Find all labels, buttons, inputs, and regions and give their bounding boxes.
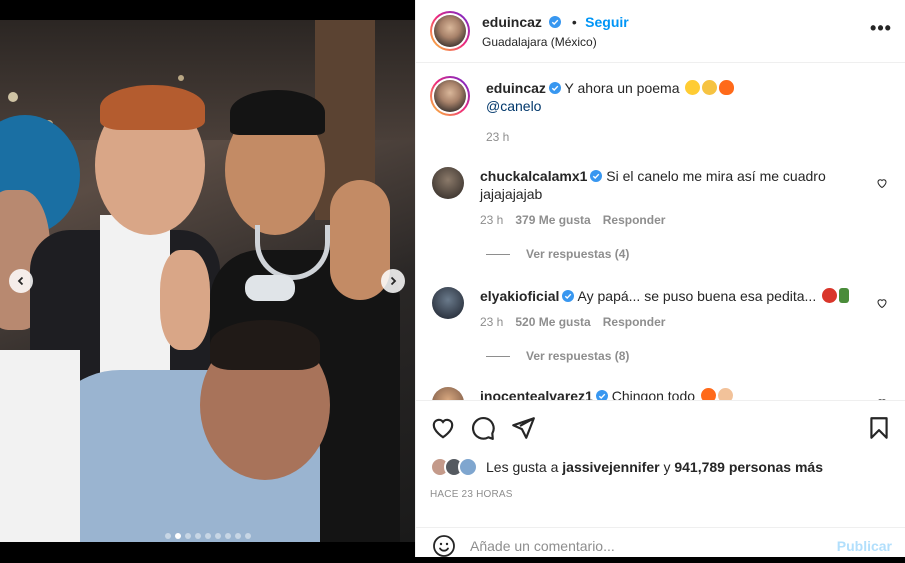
comment-likes[interactable]: 379 Me gusta [515, 211, 590, 229]
emoji-fire-icon [700, 388, 716, 400]
carousel-dot [184, 533, 191, 539]
follow-button[interactable]: Seguir [585, 14, 629, 30]
like-comment-heart-icon[interactable] [876, 297, 888, 309]
emoji-monocle-icon [702, 80, 718, 95]
comment-text: Chingon todo [611, 388, 696, 400]
avatar[interactable] [432, 287, 464, 319]
avatar[interactable] [430, 76, 470, 116]
share-send-icon[interactable] [510, 415, 536, 441]
comment-item: chuckalcalamx1 Si el canelo me mira así … [430, 167, 892, 229]
save-bookmark-icon[interactable] [866, 415, 892, 441]
likes-middle: y [663, 459, 671, 475]
carousel-dot [214, 533, 221, 539]
publish-button[interactable]: Publicar [837, 538, 892, 554]
view-replies-button[interactable]: Ver respuestas (8) [486, 349, 892, 363]
carousel-dot [224, 533, 231, 539]
comments-list: eduincaz Y ahora un poema @canelo 23 h c… [416, 64, 905, 400]
liker-username[interactable]: jassivejennifer [562, 459, 659, 475]
emoji-bottle-icon [839, 288, 850, 303]
liker-avatars[interactable] [430, 457, 478, 477]
post-actions: Les gusta a jassivejennifer y 941,789 pe… [416, 400, 905, 500]
comment-time[interactable]: 23 h [480, 313, 503, 331]
comment-likes[interactable]: 520 Me gusta [515, 313, 590, 331]
emoji-fire-icon [719, 80, 735, 95]
like-comment-heart-icon[interactable] [876, 177, 888, 189]
verified-icon [548, 82, 561, 94]
reply-button[interactable]: Responder [603, 313, 666, 331]
post-photo [0, 20, 415, 542]
add-comment-bar: Publicar [416, 527, 905, 563]
view-replies-label: Ver respuestas (8) [526, 349, 630, 363]
avatar[interactable] [432, 167, 464, 199]
caption-text: Y ahora un poema [564, 80, 680, 96]
chevron-right-icon [390, 276, 397, 286]
carousel-dot [194, 533, 201, 539]
likes-count[interactable]: 941,789 personas más [674, 459, 823, 475]
post-header: eduincaz • Seguir Guadalajara (México) •… [416, 0, 905, 63]
reply-button[interactable]: Responder [603, 211, 666, 229]
like-heart-icon[interactable] [430, 415, 456, 441]
post-location[interactable]: Guadalajara (México) [482, 35, 629, 49]
more-options-button[interactable]: ••• [869, 16, 893, 40]
verified-icon [595, 390, 608, 400]
caption-username[interactable]: eduincaz [486, 80, 546, 96]
caption: eduincaz Y ahora un poema @canelo 23 h [430, 76, 892, 146]
likes-prefix: Les gusta a [486, 459, 559, 475]
comment-text: Ay papá... se puso buena esa pedita... [577, 288, 817, 304]
emoji-picker-icon[interactable] [432, 534, 456, 558]
carousel-dot [164, 533, 171, 539]
verified-icon [562, 290, 575, 302]
verified-icon [590, 170, 603, 182]
caption-mention-link[interactable]: @canelo [486, 98, 541, 114]
comment-item: elyakioficial Ay papá... se puso buena e… [430, 287, 892, 331]
comment-username[interactable]: chuckalcalamx1 [480, 168, 587, 184]
carousel-prev-button[interactable] [9, 269, 33, 293]
post-modal: eduincaz • Seguir Guadalajara (México) •… [0, 0, 905, 557]
post-media [0, 0, 415, 557]
post-timestamp[interactable]: HACE 23 HORAS [430, 489, 892, 500]
likes-summary: Les gusta a jassivejennifer y 941,789 pe… [430, 457, 892, 477]
comment-time[interactable]: 23 h [480, 211, 503, 229]
carousel-dot [244, 533, 251, 539]
chevron-left-icon [17, 276, 24, 286]
emoji-devil-icon [822, 288, 838, 303]
carousel-dot [204, 533, 211, 539]
caption-time[interactable]: 23 h [486, 128, 509, 146]
avatar[interactable] [432, 387, 464, 400]
header-separator: • [571, 13, 577, 30]
view-replies-button[interactable]: Ver respuestas (4) [486, 247, 892, 261]
carousel-dot [174, 533, 181, 539]
avatar[interactable] [430, 11, 470, 51]
emoji-face-icon [685, 80, 701, 95]
view-replies-label: Ver respuestas (4) [526, 247, 630, 261]
emoji-hand-icon [717, 388, 733, 400]
carousel-dot [234, 533, 241, 539]
comment-bubble-icon[interactable] [470, 415, 496, 441]
comment-username[interactable]: elyakioficial [480, 288, 559, 304]
comment-item: inocentealvarez1 Chingon todo [430, 387, 892, 400]
post-panel: eduincaz • Seguir Guadalajara (México) •… [415, 0, 905, 557]
comment-username[interactable]: inocentealvarez1 [480, 388, 593, 400]
author-username[interactable]: eduincaz [482, 14, 542, 30]
verified-icon [549, 15, 562, 28]
comment-input[interactable] [470, 537, 837, 554]
carousel-next-button[interactable] [381, 269, 405, 293]
carousel-dots [0, 533, 415, 539]
